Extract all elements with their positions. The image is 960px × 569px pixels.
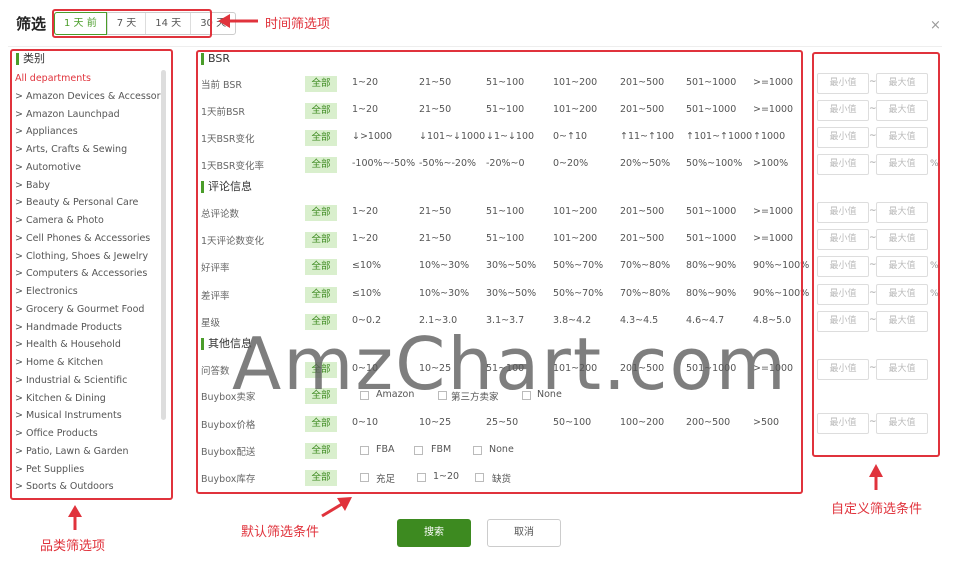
annotation-box-time bbox=[52, 9, 212, 38]
cancel-button[interactable]: 取消 bbox=[487, 519, 561, 547]
dialog-title: 筛选 bbox=[16, 15, 47, 33]
annotation-time-label: 时间筛选项 bbox=[265, 17, 331, 32]
annotation-custom-label: 自定义筛选条件 bbox=[831, 502, 923, 517]
header-divider bbox=[8, 46, 942, 47]
annotation-box-default bbox=[196, 50, 803, 494]
annotation-box-custom bbox=[812, 52, 940, 457]
annotation-default-label: 默认筛选条件 bbox=[241, 525, 320, 540]
annotation-category-label: 品类筛选项 bbox=[40, 539, 106, 554]
search-button[interactable]: 搜索 bbox=[397, 519, 471, 547]
annotation-box-category bbox=[10, 49, 173, 500]
close-icon[interactable]: × bbox=[930, 18, 941, 33]
